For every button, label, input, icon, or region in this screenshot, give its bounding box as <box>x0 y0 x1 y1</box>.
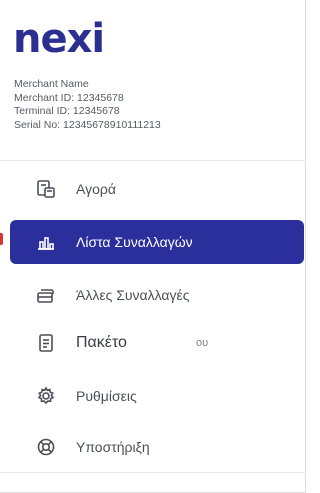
gear-icon <box>36 386 56 406</box>
merchant-info: Merchant Name Merchant ID: 12345678 Term… <box>14 78 161 132</box>
menu-item-other-transactions[interactable]: Άλλες Συναλλαγές <box>10 273 304 317</box>
menu-item-support[interactable]: Υποστήριξη <box>10 425 304 469</box>
menu-item-label: Πακέτο <box>76 334 127 351</box>
footer-divider <box>0 472 306 473</box>
edge-indicator <box>0 233 3 245</box>
merchant-id: Merchant ID: 12345678 <box>14 91 124 104</box>
serial-number: Serial No: 12345678910111213 <box>14 118 161 131</box>
menu-item-label: Άλλες Συναλλαγές <box>76 287 190 303</box>
document-icon <box>36 333 56 353</box>
nexi-logo: nexi <box>13 16 105 62</box>
bar-chart-icon <box>36 232 56 252</box>
overlapping-text-fragment: ου <box>196 337 209 349</box>
merchant-name: Merchant Name <box>14 78 89 90</box>
menu-item-label: Υποστήριξη <box>76 439 150 455</box>
menu-item-settings[interactable]: Ρυθμίσεις <box>10 374 304 418</box>
menu-item-label: Λίστα Συναλλαγών <box>76 234 193 250</box>
lifebuoy-icon <box>36 437 56 457</box>
card-terminal-icon <box>36 179 56 199</box>
side-menu-screen: nexi Merchant Name Merchant ID: 12345678… <box>0 0 306 493</box>
menu-item-transaction-list[interactable]: Λίστα Συναλλαγών <box>10 220 304 264</box>
header-divider <box>0 160 306 161</box>
menu-item-package[interactable]: Πακέτο ου <box>10 321 304 365</box>
menu-item-label: Αγορά <box>76 181 116 197</box>
stacked-cards-icon <box>36 285 56 305</box>
terminal-id: Terminal ID: 12345678 <box>14 105 120 117</box>
menu-item-label: Ρυθμίσεις <box>76 388 137 404</box>
menu-item-purchase[interactable]: Αγορά <box>10 167 304 211</box>
